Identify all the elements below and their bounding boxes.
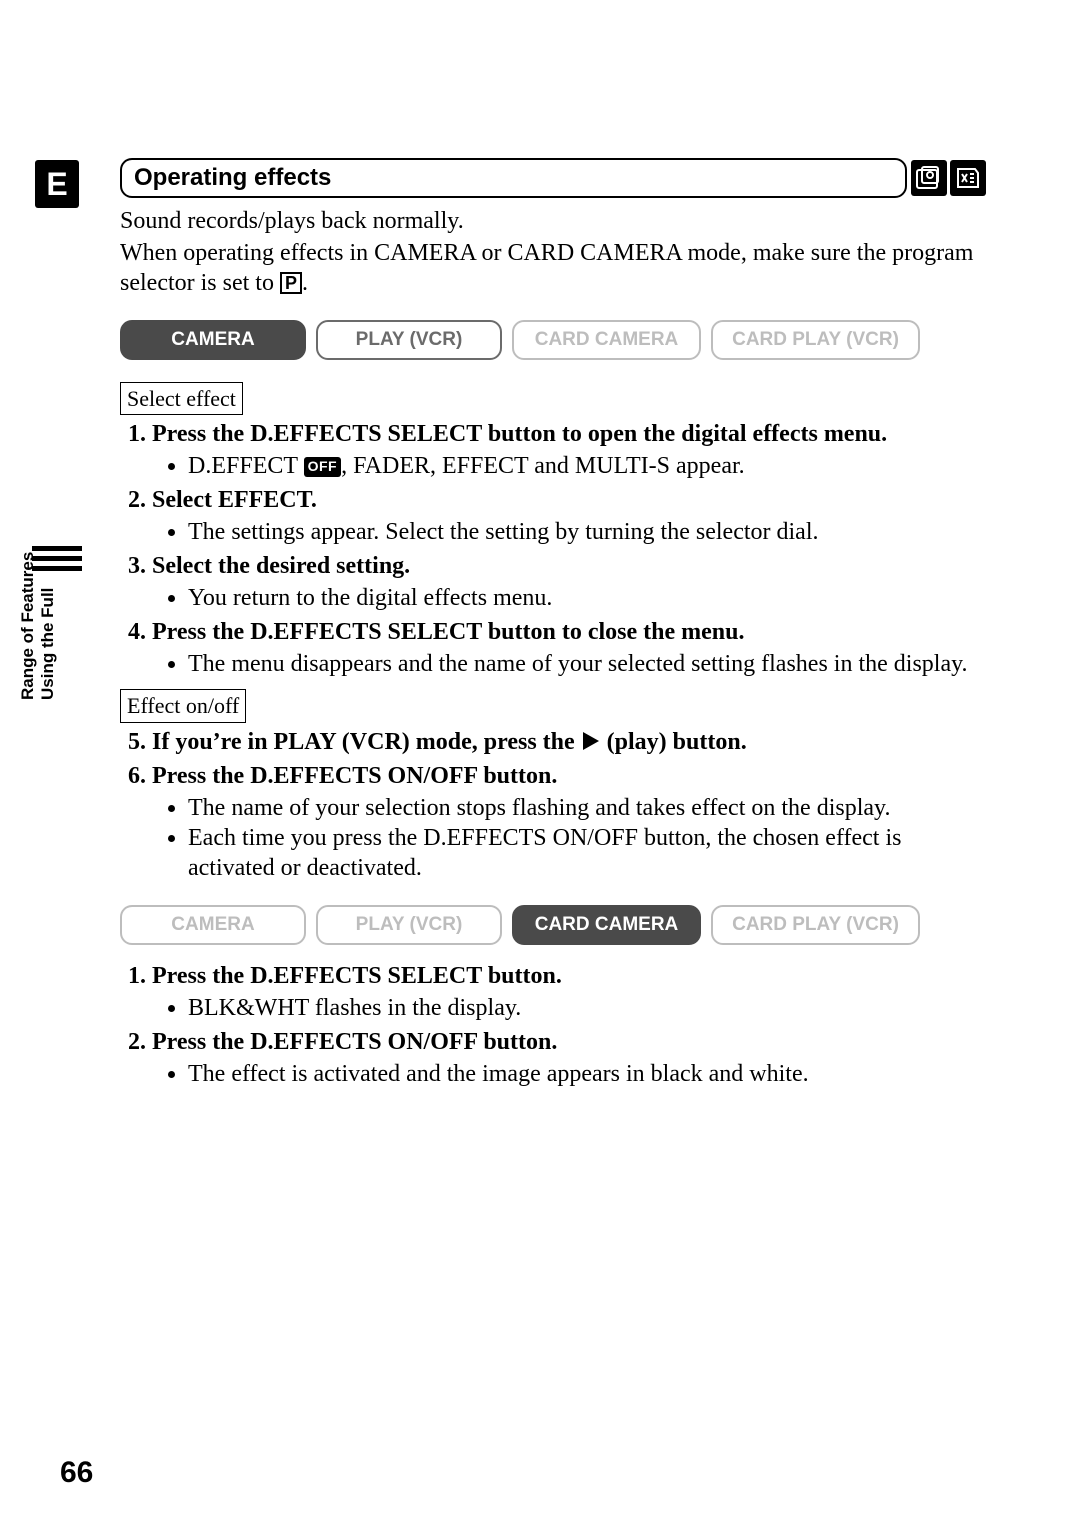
tape-icon (911, 160, 947, 196)
step-3-bullet: You return to the digital effects menu. (188, 583, 986, 613)
steps-group-a: Press the D.EFFECTS SELECT button to ope… (120, 419, 986, 679)
step-c1-bullet: BLK&WHT flashes in the display. (188, 993, 986, 1023)
content: Sound records/plays back normally. When … (120, 206, 986, 1093)
mode-camera: CAMERA (120, 320, 306, 360)
step-4-bullet: The menu disappears and the name of your… (188, 649, 986, 679)
label-effect-onoff: Effect on/off (120, 689, 246, 723)
mode-card-camera: CARD CAMERA (512, 320, 701, 360)
step-6-bullet-2: Each time you press the D.EFFECTS ON/OFF… (188, 823, 986, 883)
step-c1: Press the D.EFFECTS SELECT button. BLK&W… (152, 961, 986, 1023)
mode-card-play-vcr-2: CARD PLAY (VCR) (711, 905, 920, 945)
step-1: Press the D.EFFECTS SELECT button to ope… (152, 419, 986, 481)
side-section-label: Range of FeaturesUsing the Full (18, 552, 58, 700)
step-6-bullet-1: The name of your selection stops flashin… (188, 793, 986, 823)
intro-line2: When operating effects in CAMERA or CARD… (120, 238, 986, 298)
mode-card-camera-2: CARD CAMERA (512, 905, 701, 945)
step-6: Press the D.EFFECTS ON/OFF button. The n… (152, 761, 986, 883)
header-icons (911, 160, 986, 196)
off-chip-icon: OFF (304, 457, 342, 477)
mode-row-2: CAMERA PLAY (VCR) CARD CAMERA CARD PLAY … (120, 905, 986, 945)
card-icon (950, 160, 986, 196)
mode-play-vcr-2: PLAY (VCR) (316, 905, 502, 945)
section-tab-e: E (35, 160, 79, 208)
mode-play-vcr: PLAY (VCR) (316, 320, 502, 360)
page-number: 66 (60, 1456, 93, 1490)
step-c2: Press the D.EFFECTS ON/OFF button. The e… (152, 1027, 986, 1089)
step-4: Press the D.EFFECTS SELECT button to clo… (152, 617, 986, 679)
play-icon (583, 732, 599, 750)
mode-camera-2: CAMERA (120, 905, 306, 945)
step-c2-bullet: The effect is activated and the image ap… (188, 1059, 986, 1089)
step-2-bullet: The settings appear. Select the setting … (188, 517, 986, 547)
mode-card-play-vcr: CARD PLAY (VCR) (711, 320, 920, 360)
mode-row-1: CAMERA PLAY (VCR) CARD CAMERA CARD PLAY … (120, 320, 986, 360)
p-mode-icon: P (280, 272, 302, 294)
header-row: Operating effects (120, 158, 986, 198)
page-title: Operating effects (120, 158, 907, 198)
step-1-bullet: D.EFFECT OFF, FADER, EFFECT and MULTI-S … (188, 451, 986, 481)
manual-page: E Range of FeaturesUsing the Full Operat… (0, 0, 1080, 1535)
step-5: If you’re in PLAY (VCR) mode, press the … (152, 727, 986, 757)
label-select-effect: Select effect (120, 382, 243, 416)
steps-group-b: If you’re in PLAY (VCR) mode, press the … (120, 727, 986, 883)
step-2: Select EFFECT. The settings appear. Sele… (152, 485, 986, 547)
intro-line1: Sound records/plays back normally. (120, 206, 986, 236)
step-3: Select the desired setting. You return t… (152, 551, 986, 613)
steps-group-c: Press the D.EFFECTS SELECT button. BLK&W… (120, 961, 986, 1089)
